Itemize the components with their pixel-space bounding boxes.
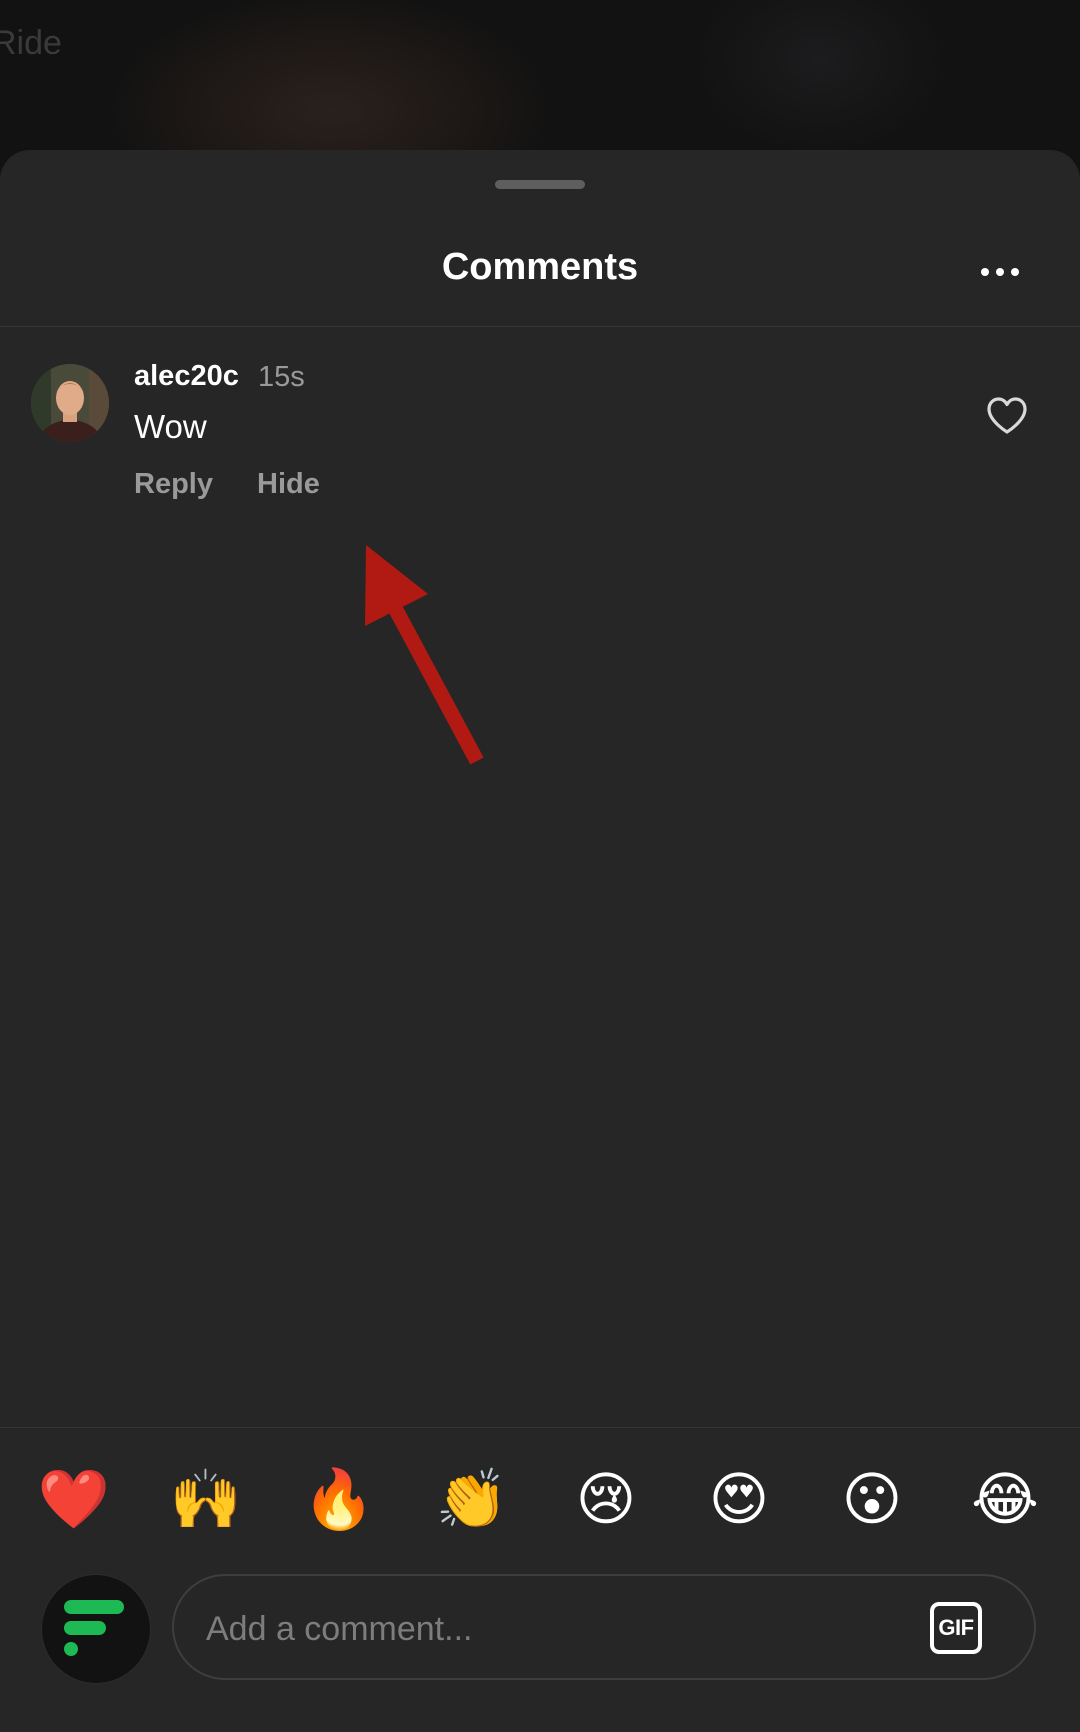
commenter-avatar[interactable]: [31, 364, 109, 442]
comment-input-container: GIF: [172, 1574, 1036, 1680]
page-title: Comments: [441, 246, 639, 288]
like-button[interactable]: [985, 396, 1029, 436]
composer-divider: [0, 1427, 1080, 1428]
more-horizontal-icon: [996, 268, 1004, 276]
backdrop-text: Ride: [0, 24, 62, 62]
comment-text: Wow: [134, 408, 207, 445]
comment-username[interactable]: alec20c: [134, 360, 239, 393]
reaction-laughing[interactable]: 😂: [965, 1460, 1045, 1540]
reaction-surprised[interactable]: 😮: [832, 1460, 912, 1540]
reaction-raised-hands[interactable]: 🙌: [166, 1460, 246, 1540]
more-options-button[interactable]: [970, 254, 1030, 290]
comment-timestamp: 15s: [258, 361, 305, 393]
more-horizontal-icon: [1011, 268, 1019, 276]
reaction-fire[interactable]: 🔥: [299, 1460, 379, 1540]
more-horizontal-icon: [981, 268, 989, 276]
gif-button[interactable]: GIF: [930, 1602, 982, 1654]
annotation-arrow: [365, 545, 484, 765]
app-logo-icon: [64, 1600, 124, 1656]
sheet-drag-handle[interactable]: [495, 180, 585, 189]
reaction-clap[interactable]: 👏: [432, 1460, 512, 1540]
reaction-heart-eyes[interactable]: 😍: [699, 1460, 779, 1540]
comment-input[interactable]: [204, 1600, 888, 1658]
reply-button[interactable]: Reply: [134, 468, 213, 501]
heart-outline-icon: [987, 397, 1027, 434]
header-divider: [0, 326, 1080, 327]
reaction-heart[interactable]: ❤️: [34, 1460, 114, 1540]
quick-reactions: ❤️ 🙌 🔥 👏 😢 😍 😮 😂: [0, 1460, 1080, 1540]
current-user-avatar[interactable]: [41, 1574, 151, 1684]
hide-button[interactable]: Hide: [257, 468, 320, 501]
reaction-crying[interactable]: 😢: [566, 1460, 646, 1540]
